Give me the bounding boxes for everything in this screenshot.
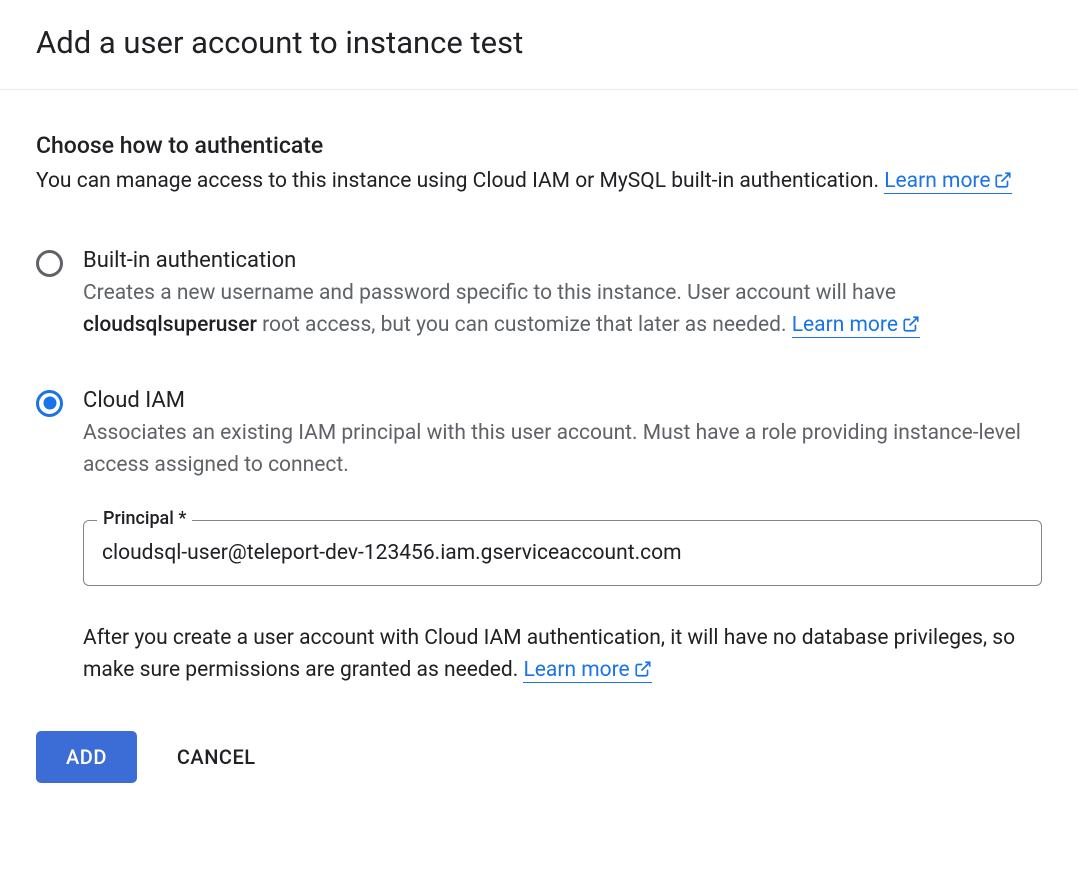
principal-input-wrapper: Principal * [83,520,1042,586]
dialog-content: Choose how to authenticate You can manag… [0,90,1078,819]
external-link-icon [634,656,652,689]
radio-builtin-title: Built-in authentication [83,248,1042,273]
auth-section: Choose how to authenticate You can manag… [36,132,1042,200]
section-desc: You can manage access to this instance u… [36,165,1042,200]
radio-builtin-desc: Creates a new username and password spec… [83,277,1042,344]
auth-radio-group: Built-in authentication Creates a new us… [36,248,1042,689]
radio-iam-desc: Associates an existing IAM principal wit… [83,417,1042,482]
section-title: Choose how to authenticate [36,132,1042,159]
iam-helper-text: After you create a user account with Clo… [83,622,1042,689]
add-button[interactable]: ADD [36,731,137,783]
radio-option-iam: Cloud IAM Associates an existing IAM pri… [36,388,1042,689]
external-link-icon [994,167,1012,200]
radio-builtin[interactable] [36,250,63,277]
button-row: ADD CANCEL [36,731,1042,783]
learn-more-link-auth[interactable]: Learn more [884,169,1012,194]
page-title: Add a user account to instance test [36,24,1042,61]
dialog-header: Add a user account to instance test [0,0,1078,90]
radio-option-builtin: Built-in authentication Creates a new us… [36,248,1042,344]
cancel-button[interactable]: CANCEL [177,745,256,769]
learn-more-link-builtin[interactable]: Learn more [792,313,920,338]
external-link-icon [902,311,920,344]
principal-label: Principal * [97,508,192,529]
radio-iam[interactable] [36,390,63,417]
principal-input[interactable] [83,520,1042,586]
radio-iam-title: Cloud IAM [83,388,1042,413]
learn-more-link-iam[interactable]: Learn more [523,658,651,683]
